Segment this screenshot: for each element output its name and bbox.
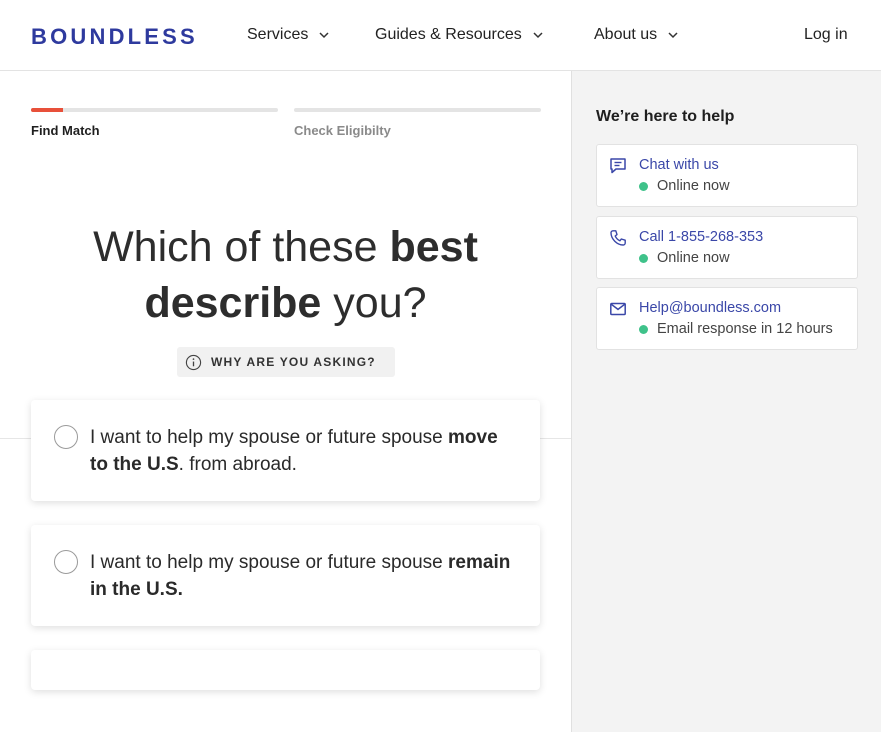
chevron-down-icon bbox=[533, 32, 543, 39]
chevron-down-icon bbox=[319, 32, 329, 39]
answer-option-move-to-us[interactable]: I want to help my spouse or future spous… bbox=[31, 400, 540, 501]
nav-services-label: Services bbox=[247, 26, 309, 43]
option-text: I want to help my spouse or future spous… bbox=[90, 424, 520, 478]
help-title: We’re here to help bbox=[596, 108, 735, 125]
nav-services[interactable]: Services bbox=[247, 26, 330, 44]
progress-step-check-eligibility: Check Eligibilty bbox=[294, 108, 541, 138]
nav-about-us[interactable]: About us bbox=[594, 26, 679, 44]
progress-step-label: Find Match bbox=[31, 123, 100, 138]
phone-icon bbox=[610, 230, 626, 246]
login-link[interactable]: Log in bbox=[804, 26, 848, 44]
option-text-plain: I want to help my spouse or future spous… bbox=[90, 552, 449, 573]
brand-logo[interactable]: BOUNDLESS bbox=[31, 24, 198, 50]
chat-status: Online now bbox=[639, 178, 730, 194]
chevron-down-icon bbox=[668, 32, 678, 39]
question-line1-text: Which of these bbox=[93, 223, 390, 271]
progress-bar bbox=[294, 108, 541, 112]
email-status-text: Email response in 12 hours bbox=[657, 321, 833, 337]
progress-step-find-match: Find Match bbox=[31, 108, 278, 138]
why-asking-label: WHY ARE YOU ASKING? bbox=[211, 355, 376, 369]
online-dot-icon bbox=[639, 324, 648, 334]
progress-step-label: Check Eligibilty bbox=[294, 123, 391, 138]
online-dot-icon bbox=[639, 181, 648, 191]
question-line2-text: you? bbox=[321, 279, 427, 327]
help-sidebar: We’re here to help Chat with us Online n… bbox=[571, 71, 881, 732]
info-icon bbox=[185, 354, 202, 370]
option-text-after: . from abroad. bbox=[178, 454, 297, 475]
call-card[interactable]: Call 1-855-268-353 Online now bbox=[596, 216, 858, 279]
nav-guides-resources[interactable]: Guides & Resources bbox=[375, 26, 544, 44]
option-text-plain: I want to help my spouse or future spous… bbox=[90, 427, 449, 448]
online-dot-icon bbox=[639, 253, 648, 263]
call-link[interactable]: Call 1-855-268-353 bbox=[639, 229, 763, 245]
nav-guides-label: Guides & Resources bbox=[375, 26, 522, 43]
top-nav: BOUNDLESS Services Guides & Resources Ab… bbox=[0, 0, 881, 71]
email-card[interactable]: Help@boundless.com Email response in 12 … bbox=[596, 287, 858, 350]
call-status: Online now bbox=[639, 250, 730, 266]
chat-icon bbox=[610, 158, 626, 174]
email-link[interactable]: Help@boundless.com bbox=[639, 300, 781, 316]
progress-bar bbox=[31, 108, 278, 112]
mail-icon bbox=[610, 302, 626, 316]
question-line2-bold: describe bbox=[144, 279, 322, 327]
question-line1-bold: best bbox=[389, 223, 478, 271]
nav-about-label: About us bbox=[594, 26, 658, 43]
question-heading: Which of these best describe you? bbox=[0, 219, 571, 331]
answer-option-partial[interactable] bbox=[31, 650, 540, 690]
why-asking-button[interactable]: WHY ARE YOU ASKING? bbox=[177, 347, 395, 377]
chat-status-text: Online now bbox=[657, 178, 730, 194]
page: BOUNDLESS Services Guides & Resources Ab… bbox=[0, 0, 881, 732]
answer-option-remain-in-us[interactable]: I want to help my spouse or future spous… bbox=[31, 525, 540, 626]
radio-button[interactable] bbox=[54, 425, 78, 449]
chat-link[interactable]: Chat with us bbox=[639, 157, 719, 173]
radio-button[interactable] bbox=[54, 550, 78, 574]
chat-card[interactable]: Chat with us Online now bbox=[596, 144, 858, 207]
option-text: I want to help my spouse or future spous… bbox=[90, 549, 520, 603]
progress-fill bbox=[31, 108, 64, 112]
call-status-text: Online now bbox=[657, 250, 730, 266]
email-status: Email response in 12 hours bbox=[639, 321, 833, 337]
